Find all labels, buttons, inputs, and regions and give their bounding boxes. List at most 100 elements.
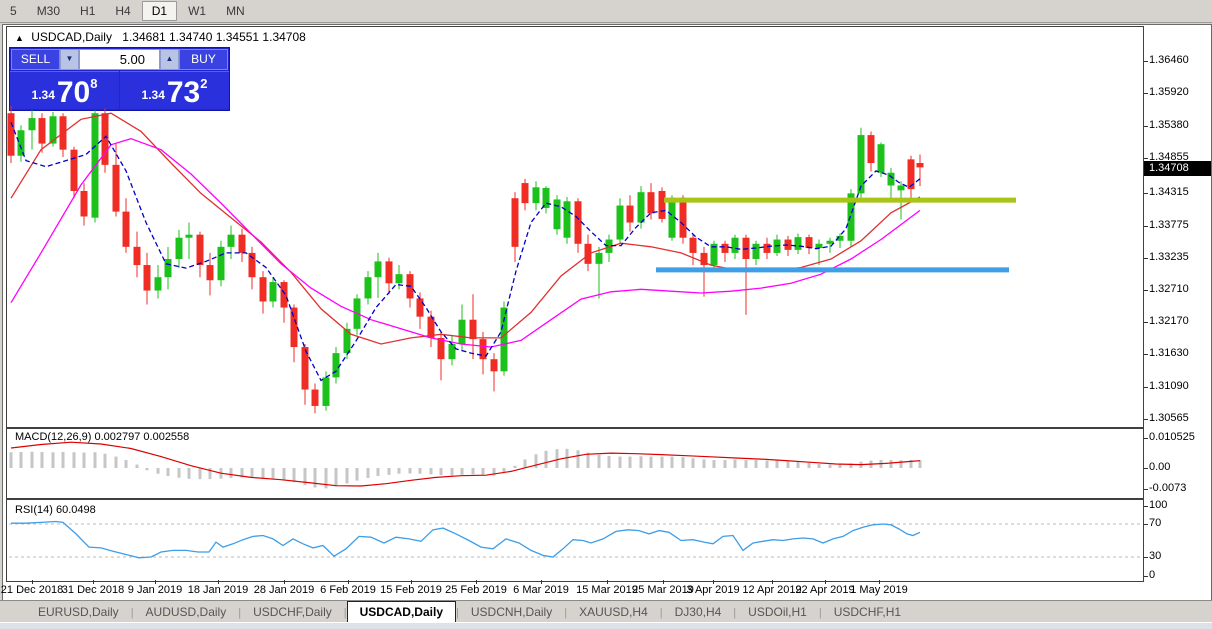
candle-body [532, 187, 540, 204]
candle-body [154, 277, 162, 291]
timeframe-button-5[interactable]: 5 [1, 2, 26, 20]
candle-body [689, 237, 697, 253]
candle-body [490, 359, 498, 372]
price-axis-label: 1.35920 [1149, 86, 1189, 98]
candle-body [752, 243, 760, 259]
price-axis-label: 1.30565 [1149, 412, 1189, 424]
macd-histogram-bar [450, 468, 454, 476]
rsi-axis-tick [1144, 524, 1148, 525]
macd-histogram-bar [775, 460, 779, 468]
price-axis-label: 1.32170 [1149, 315, 1189, 327]
date-axis-label: 15 Mar 2019 [576, 584, 638, 596]
macd-histogram-bar [313, 468, 317, 488]
macd-histogram-bar [471, 468, 475, 475]
macd-axis-tick [1144, 489, 1148, 490]
timeframe-button-h1[interactable]: H1 [71, 2, 104, 20]
candle-body [259, 277, 267, 302]
macd-histogram-bar [576, 450, 580, 468]
macd-histogram-bar [145, 468, 149, 471]
macd-axis-tick [1144, 468, 1148, 469]
candle-body [679, 197, 687, 238]
tab-usdoil-h1[interactable]: USDOil,H1 [736, 602, 819, 622]
macd-histogram-bar [838, 464, 842, 468]
price-axis-tick [1144, 93, 1148, 94]
macd-histogram-bar [282, 468, 286, 480]
macd-histogram-bar [702, 459, 706, 468]
candle-body [511, 198, 519, 247]
date-axis-label: 31 Dec 2018 [61, 584, 125, 596]
price-axis-label: 1.33775 [1149, 219, 1189, 231]
timeframe-button-d1[interactable]: D1 [141, 1, 178, 21]
tab-usdcnh-daily[interactable]: USDCNH,Daily [459, 602, 564, 622]
macd-histogram-bar [660, 456, 664, 468]
rsi-axis-label: 100 [1149, 499, 1168, 511]
timeframe-button-mn[interactable]: MN [217, 2, 254, 20]
rsi-canvas[interactable] [9, 500, 1142, 581]
tab-dj30-h4[interactable]: DJ30,H4 [663, 602, 734, 622]
macd-histogram-bar [124, 459, 128, 468]
date-axis-label: 6 Feb 2019 [320, 584, 376, 596]
candle-body [238, 234, 246, 253]
macd-histogram-bar [618, 456, 622, 468]
macd-histogram-bar [786, 461, 790, 468]
macd-histogram-bar [345, 468, 349, 484]
candle-body [763, 243, 771, 253]
tab-usdchf-h1[interactable]: USDCHF,H1 [822, 602, 913, 622]
candle-body [542, 187, 550, 208]
candle-body [7, 113, 15, 156]
price-chart-canvas[interactable] [7, 27, 1142, 425]
ma-slow-line [10, 138, 921, 348]
candle-body [721, 243, 729, 253]
macd-histogram-bar [166, 468, 170, 477]
tab-eurusd-daily[interactable]: EURUSD,Daily [26, 602, 131, 622]
macd-histogram-bar [460, 468, 464, 475]
date-axis-label: 1 May 2019 [850, 584, 908, 596]
tab-xauusd-h4[interactable]: XAUUSD,H4 [567, 602, 660, 622]
rsi-line [11, 520, 921, 559]
timeframe-button-h4[interactable]: H4 [106, 2, 139, 20]
macd-histogram-bar [439, 468, 443, 476]
macd-histogram-bar [72, 452, 76, 468]
price-axis-label: 1.33235 [1149, 251, 1189, 263]
macd-histogram-bar [366, 468, 370, 479]
macd-axis-label: 0.00 [1149, 461, 1171, 473]
tab-usdchf-daily[interactable]: USDCHF,Daily [241, 602, 344, 622]
rsi-axis-label: 70 [1149, 517, 1162, 529]
macd-histogram-bar [712, 459, 716, 468]
macd-histogram-bar [51, 452, 55, 468]
macd-histogram-bar [103, 453, 107, 468]
candle-body [80, 190, 88, 217]
price-axis-tick [1144, 158, 1148, 159]
macd-histogram-bar [429, 468, 433, 475]
price-axis-label: 1.31090 [1149, 380, 1189, 392]
macd-histogram-bar [229, 468, 233, 479]
date-axis-label: 25 Feb 2019 [445, 584, 507, 596]
date-axis-label: 28 Jan 2019 [253, 584, 315, 596]
macd-histogram-bar [723, 459, 727, 468]
candle-body [175, 237, 183, 259]
candle-body [553, 199, 561, 230]
macd-histogram-bar [177, 468, 181, 478]
price-axis-tick [1144, 226, 1148, 227]
timeframe-button-w1[interactable]: W1 [179, 2, 215, 20]
price-axis-tick [1144, 322, 1148, 323]
date-axis-label: 9 Jan 2019 [127, 584, 183, 596]
candle-body [574, 201, 582, 244]
macd-histogram-bar [198, 468, 202, 480]
macd-canvas[interactable] [9, 429, 1142, 497]
candle-body [887, 172, 895, 186]
tab-usdcad-daily[interactable]: USDCAD,Daily [346, 601, 456, 622]
macd-histogram-bar [670, 456, 674, 468]
macd-histogram-bar [889, 459, 893, 468]
candle-body [395, 274, 403, 284]
macd-histogram-bar [649, 456, 653, 468]
timeframe-button-m30[interactable]: M30 [28, 2, 69, 20]
price-axis-tick [1144, 290, 1148, 291]
macd-histogram-bar [544, 450, 548, 468]
candle-body [616, 205, 624, 240]
candle-body [196, 234, 204, 266]
tab-audusd-daily[interactable]: AUDUSD,Daily [134, 602, 239, 622]
candle-body [332, 353, 340, 378]
macd-histogram-bar [807, 462, 811, 468]
macd-histogram-bar [765, 460, 769, 468]
